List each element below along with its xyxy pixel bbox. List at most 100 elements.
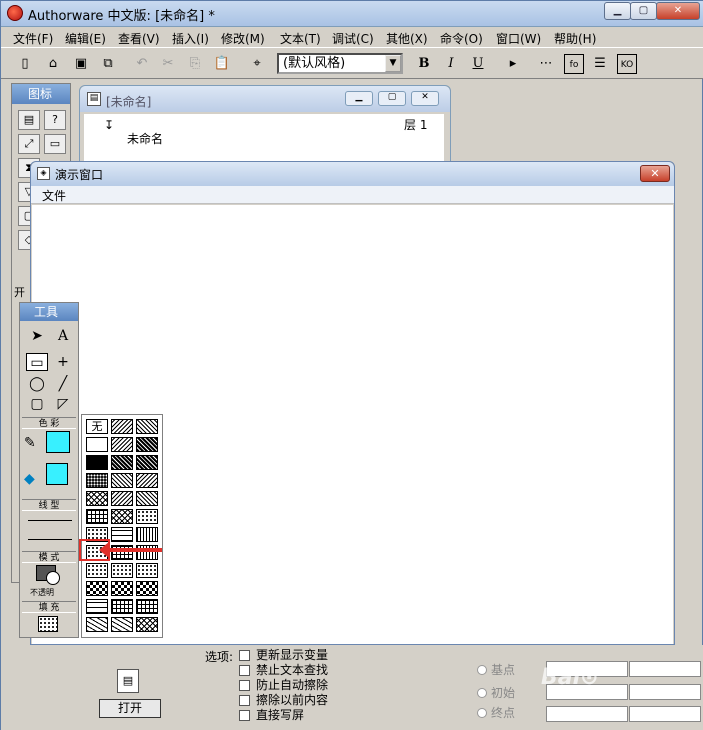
polygon-tool-icon[interactable]: ◸	[52, 395, 74, 413]
stroke-color-swatch[interactable]	[46, 431, 70, 453]
menu-modify[interactable]: 修改(M)	[221, 30, 265, 47]
radio-initial[interactable]: 初始	[477, 684, 515, 701]
pattern-cell[interactable]	[111, 527, 133, 542]
text-tool[interactable]: A	[52, 327, 74, 345]
menu-text[interactable]: 文本(T)	[280, 30, 321, 47]
pattern-cell[interactable]	[136, 563, 158, 578]
pattern-cell[interactable]	[111, 581, 133, 596]
pattern-cell[interactable]	[86, 473, 108, 488]
pattern-cell[interactable]	[86, 491, 108, 506]
menu-view[interactable]: 查看(V)	[118, 30, 160, 47]
radio-end-point[interactable]: 终点	[477, 704, 515, 721]
flowline-minimize-button[interactable]: ▁	[345, 91, 373, 106]
paste-icon[interactable]: 📋	[212, 54, 232, 74]
chevron-down-icon[interactable]: ▼	[385, 55, 401, 72]
cut-icon[interactable]: ✂	[158, 54, 178, 74]
menu-file[interactable]: 文件(F)	[13, 30, 53, 47]
pen-color-icon[interactable]: ✎	[24, 435, 36, 451]
pattern-white[interactable]	[86, 437, 108, 452]
erase-icon[interactable]: ▭	[44, 134, 66, 154]
fill-bucket-icon[interactable]: ◆	[24, 471, 35, 487]
pattern-cell[interactable]	[136, 617, 158, 632]
pattern-cell[interactable]	[136, 527, 158, 542]
copy-icon[interactable]: ⎘	[185, 54, 205, 74]
pattern-cell[interactable]	[136, 437, 158, 452]
ellipse-tool-icon[interactable]: ◯	[26, 375, 48, 393]
bold-button[interactable]: B	[414, 54, 434, 74]
display-icon[interactable]: ▤	[18, 110, 40, 130]
pattern-cell[interactable]	[86, 581, 108, 596]
pattern-cell[interactable]	[136, 455, 158, 470]
menu-edit[interactable]: 编辑(E)	[65, 30, 106, 47]
import-icon[interactable]: ⧉	[98, 54, 118, 74]
flowline-maximize-button[interactable]: ▢	[378, 91, 406, 106]
run-icon[interactable]: ▸	[503, 54, 523, 74]
pattern-cell[interactable]	[86, 617, 108, 632]
function-icon[interactable]: fo	[564, 54, 584, 74]
rounded-rect-tool-icon[interactable]: ▢	[26, 395, 48, 413]
option-direct-to-screen[interactable]: 直接写屏	[239, 708, 304, 723]
new-file-icon[interactable]: ▯	[15, 54, 35, 74]
italic-button[interactable]: I	[441, 54, 461, 74]
option-disable-text-search[interactable]: 禁止文本查找	[239, 663, 328, 678]
save-all-icon[interactable]: ▣	[71, 54, 91, 74]
option-erase-previous[interactable]: 擦除以前内容	[239, 693, 328, 708]
presentation-close-button[interactable]: ✕	[640, 165, 670, 182]
pattern-cell[interactable]	[136, 491, 158, 506]
base-y-field[interactable]	[629, 661, 701, 677]
interaction-icon[interactable]: ?	[44, 110, 66, 130]
radio-base-point[interactable]: 基点	[477, 661, 515, 678]
style-select[interactable]: (默认风格) ▼	[277, 53, 403, 74]
line-style-thin[interactable]	[28, 520, 72, 521]
open-button[interactable]: 打开	[99, 699, 161, 718]
menu-help[interactable]: 帮助(H)	[554, 30, 596, 47]
fill-color-swatch[interactable]	[46, 463, 68, 485]
menu-other[interactable]: 其他(X)	[386, 30, 428, 47]
pattern-cell[interactable]	[136, 599, 158, 614]
knowledge-object-icon[interactable]: KO	[617, 54, 637, 74]
pattern-cell[interactable]	[111, 473, 133, 488]
maximize-button[interactable]: ▢	[630, 2, 657, 20]
pattern-none[interactable]: 无	[86, 419, 108, 434]
pattern-black[interactable]	[86, 455, 108, 470]
underline-button[interactable]: U	[468, 54, 488, 74]
pattern-cell[interactable]	[111, 455, 133, 470]
pattern-cell[interactable]	[111, 617, 133, 632]
pattern-cell[interactable]	[111, 437, 133, 452]
rectangle-tool-icon[interactable]: ▭	[26, 353, 48, 371]
variables-icon[interactable]: ☰	[590, 54, 610, 74]
pattern-cell[interactable]	[136, 419, 158, 434]
pattern-cell[interactable]	[86, 599, 108, 614]
end-x-field[interactable]	[546, 706, 628, 722]
flowline-close-button[interactable]: ✕	[411, 91, 439, 106]
menu-debug[interactable]: 调试(C)	[332, 30, 374, 47]
pattern-cell[interactable]	[136, 473, 158, 488]
pointer-tool-icon[interactable]: ➤	[26, 327, 48, 345]
pattern-cell[interactable]	[111, 509, 133, 524]
fill-pattern-swatch[interactable]	[38, 616, 58, 632]
undo-icon[interactable]: ↶	[132, 54, 152, 74]
initial-y-field[interactable]	[629, 684, 701, 700]
pattern-cell[interactable]	[111, 599, 133, 614]
option-update-variables[interactable]: 更新显示变量	[239, 648, 328, 663]
presentation-menu-file[interactable]: 文件	[42, 187, 66, 204]
option-prevent-auto-erase[interactable]: 防止自动擦除	[239, 678, 328, 693]
pattern-cell[interactable]	[111, 491, 133, 506]
menu-window[interactable]: 窗口(W)	[496, 30, 541, 47]
line-tool-icon[interactable]: ╱	[52, 375, 74, 393]
pattern-cell[interactable]	[111, 419, 133, 434]
crosshair-tool-icon[interactable]: +	[52, 353, 74, 371]
minimize-button[interactable]: ▁	[604, 2, 631, 20]
pattern-cell[interactable]	[136, 509, 158, 524]
pattern-cell[interactable]	[86, 509, 108, 524]
pattern-cell[interactable]	[136, 581, 158, 596]
close-button[interactable]: ✕	[656, 2, 700, 20]
end-y-field[interactable]	[629, 706, 701, 722]
find-icon[interactable]: ⌖	[247, 54, 267, 74]
menu-command[interactable]: 命令(O)	[440, 30, 483, 47]
flowline-canvas[interactable]: ↧ 未命名 层 1	[84, 114, 444, 164]
pattern-cell[interactable]	[111, 563, 133, 578]
pattern-cell[interactable]	[86, 563, 108, 578]
line-style-thick[interactable]	[28, 539, 72, 540]
motion-icon[interactable]: ⤢	[18, 134, 40, 154]
